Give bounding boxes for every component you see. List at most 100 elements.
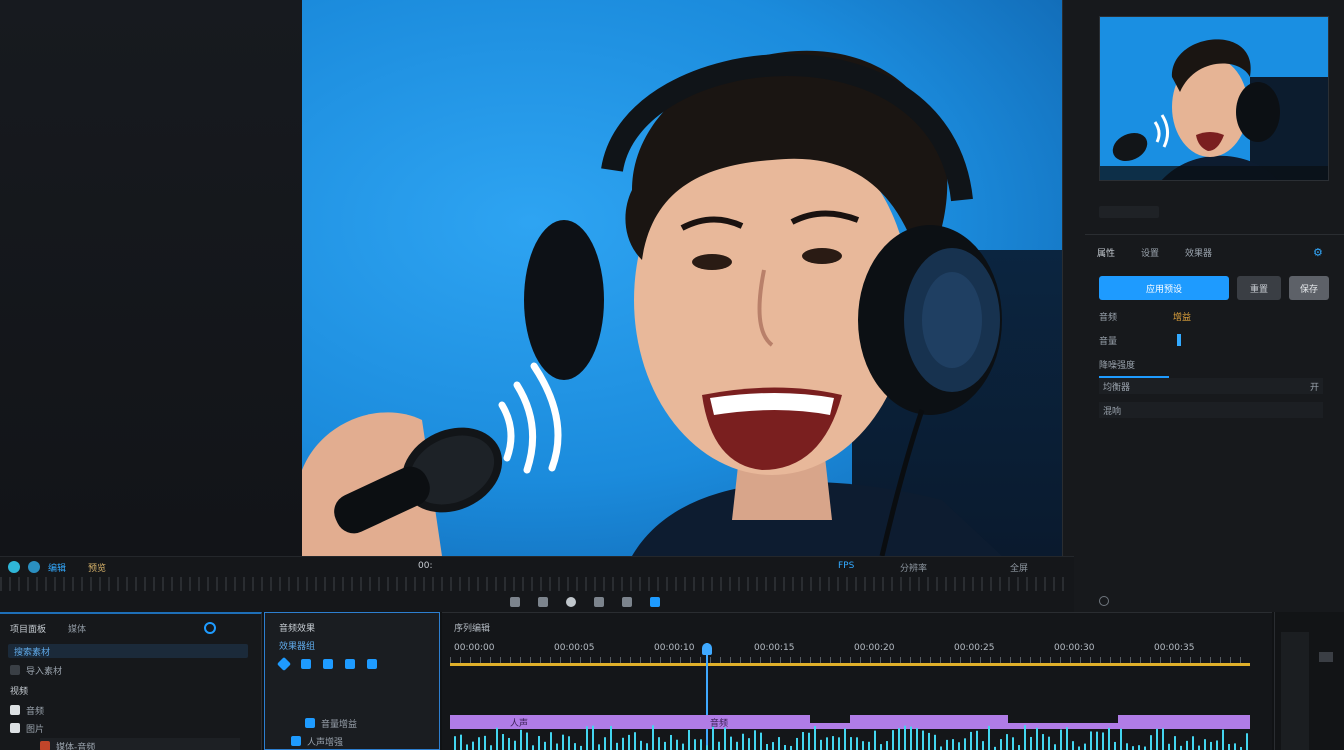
waveform-bar bbox=[868, 741, 870, 750]
waveform-bar bbox=[910, 726, 912, 750]
ruler-label: 00:00:10 bbox=[654, 643, 695, 653]
waveform-bar bbox=[622, 737, 624, 750]
waveform-bar bbox=[730, 736, 732, 750]
waveform-bar bbox=[628, 734, 630, 750]
diamond-icon[interactable] bbox=[276, 656, 292, 672]
waveform-bar bbox=[592, 725, 594, 750]
marker-icon[interactable] bbox=[650, 597, 660, 607]
thumbnail-info bbox=[1099, 206, 1159, 218]
waveform-bar bbox=[556, 743, 558, 750]
waveform-bar bbox=[490, 745, 492, 750]
tab-effects[interactable]: 效果器 bbox=[1185, 246, 1212, 259]
waveform-bar bbox=[982, 741, 984, 750]
transport-bar: 编辑 预览 00: FPS 分辨率 全屏 bbox=[0, 556, 1074, 612]
waveform-bar bbox=[1078, 746, 1080, 750]
property-value: 增益 bbox=[1173, 312, 1192, 323]
work-area-bar[interactable] bbox=[450, 663, 1250, 666]
waveform-bar bbox=[1174, 736, 1176, 750]
waveform-bar bbox=[976, 730, 978, 750]
waveform-bar bbox=[796, 737, 798, 750]
property-label: 音频 bbox=[1099, 312, 1118, 323]
edit-label[interactable]: 编辑 bbox=[48, 561, 66, 574]
grid-icon[interactable] bbox=[301, 659, 311, 669]
waveform-bar bbox=[610, 725, 612, 750]
waveform-bar bbox=[1192, 736, 1194, 750]
effect-row[interactable]: 音量增益 bbox=[305, 715, 357, 731]
timeline-panel[interactable]: 序列编辑 00:00:00 00:00:05 00:00:10 00:00:15 00:… bbox=[442, 612, 1272, 750]
waveform-bar bbox=[826, 737, 828, 750]
waveform-bar bbox=[670, 734, 672, 750]
waveform-bar bbox=[640, 740, 642, 750]
waveform-bar bbox=[616, 742, 618, 750]
waveform-bar bbox=[1066, 727, 1068, 750]
list-item[interactable]: 导入素材 bbox=[10, 662, 246, 678]
settings-icon[interactable] bbox=[1099, 596, 1109, 606]
playhead-handle[interactable] bbox=[702, 643, 712, 655]
waveform-bar bbox=[460, 734, 462, 750]
property-row-eq[interactable]: 均衡器 开 bbox=[1099, 378, 1323, 394]
play-pause-icon[interactable] bbox=[566, 597, 576, 607]
tab-settings[interactable]: 设置 bbox=[1141, 246, 1159, 259]
meter-channel-right bbox=[1319, 652, 1333, 662]
waveform-bar bbox=[664, 741, 666, 750]
waveform-bar bbox=[850, 737, 852, 750]
loop-icon[interactable] bbox=[622, 597, 632, 607]
scrub-bar[interactable] bbox=[0, 577, 1068, 591]
thumbnail-caption-bar bbox=[1100, 166, 1328, 180]
fullscreen-label[interactable]: 全屏 bbox=[1010, 561, 1028, 574]
waveform-bar bbox=[454, 736, 456, 750]
effect-row[interactable]: 人声增强 bbox=[291, 733, 343, 749]
play-icon[interactable] bbox=[28, 561, 40, 573]
waveform-bar bbox=[820, 739, 822, 750]
timeline-ruler[interactable]: 00:00:00 00:00:05 00:00:10 00:00:15 00:00:20… bbox=[450, 613, 1250, 667]
search-input[interactable]: 搜索素材 bbox=[8, 644, 248, 658]
record-icon[interactable] bbox=[8, 561, 20, 573]
waveform-bar bbox=[724, 727, 726, 750]
fps-label[interactable]: FPS bbox=[838, 561, 854, 571]
waveform-bar bbox=[1222, 729, 1224, 750]
waveform-bar bbox=[958, 742, 960, 750]
list-item-selected[interactable]: 媒体-音频 bbox=[40, 738, 240, 750]
meter-channel-left bbox=[1281, 632, 1309, 750]
step-back-icon[interactable] bbox=[510, 597, 520, 607]
waveform-icon[interactable] bbox=[323, 659, 333, 669]
reset-button[interactable]: 重置 bbox=[1237, 276, 1281, 300]
list-item[interactable]: 音频 bbox=[10, 702, 246, 718]
forward-icon[interactable] bbox=[594, 597, 604, 607]
mic-icon[interactable] bbox=[345, 659, 355, 669]
waveform-bar bbox=[856, 737, 858, 750]
waveform-bar bbox=[772, 742, 774, 750]
search-icon[interactable] bbox=[204, 622, 216, 634]
waveform-bar bbox=[946, 739, 948, 750]
resolution-label[interactable]: 分辨率 bbox=[900, 561, 927, 574]
gear-icon[interactable]: ⚙ bbox=[1313, 246, 1327, 260]
inspector-tabs: 属性 设置 效果器 bbox=[1097, 246, 1212, 259]
panel-title[interactable]: 音频效果 bbox=[279, 621, 315, 634]
panel-title[interactable]: 项目面板 bbox=[10, 622, 46, 635]
save-button[interactable]: 保存 bbox=[1289, 276, 1329, 300]
waveform-bar bbox=[514, 740, 516, 750]
program-monitor[interactable] bbox=[302, 0, 1062, 556]
ruler-label: 00:00:00 bbox=[454, 643, 495, 653]
tab-properties[interactable]: 属性 bbox=[1097, 246, 1115, 259]
list-item[interactable]: 图片 bbox=[10, 720, 246, 736]
waveform-bar bbox=[784, 745, 786, 750]
audio-meter bbox=[1274, 612, 1344, 750]
waveform-bar bbox=[682, 743, 684, 750]
wifi-waves-icon[interactable] bbox=[367, 659, 377, 669]
effect-icon bbox=[291, 736, 301, 746]
waveform-bar bbox=[700, 739, 702, 750]
media-tab[interactable]: 媒体 bbox=[68, 622, 86, 635]
file-icon bbox=[10, 705, 20, 715]
apply-preset-button[interactable]: 应用预设 bbox=[1099, 276, 1229, 300]
rewind-icon[interactable] bbox=[538, 597, 548, 607]
waveform-bar bbox=[1120, 728, 1122, 750]
divider bbox=[1085, 234, 1344, 235]
property-row-reverb[interactable]: 混响 bbox=[1099, 402, 1323, 418]
ruler-label: 00:00:20 bbox=[854, 643, 895, 653]
waveform-bar bbox=[478, 737, 480, 750]
preview-thumbnail[interactable] bbox=[1099, 16, 1329, 181]
preview-label[interactable]: 预览 bbox=[88, 561, 106, 574]
list-item[interactable]: 视频 bbox=[10, 682, 246, 698]
effects-panel: 音频效果 效果器组 音量增益 人声增强 bbox=[264, 612, 440, 750]
